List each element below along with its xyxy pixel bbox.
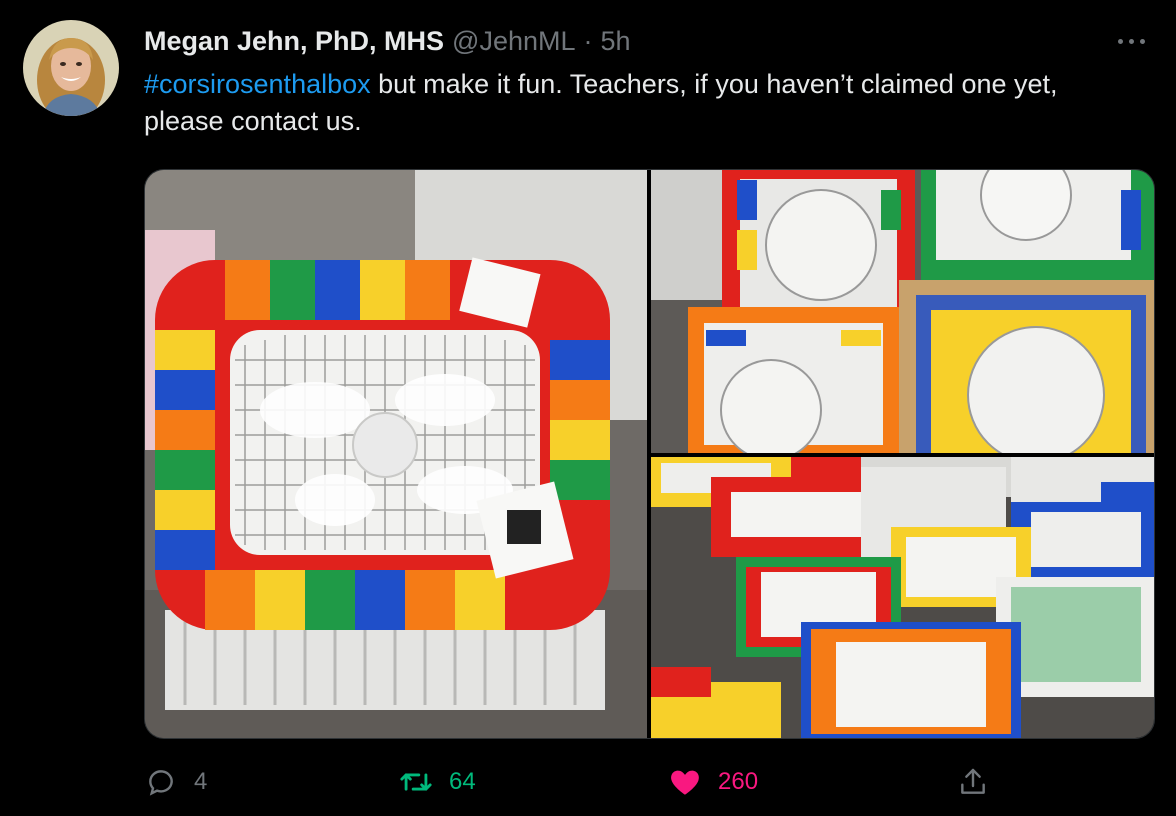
dot: [1140, 38, 1145, 44]
photo-fans-rows[interactable]: [651, 457, 1154, 738]
retweet-count: 64: [449, 768, 476, 795]
dot: [1118, 38, 1123, 44]
tweet-header: Megan Jehn, PhD, MHS @JehnML · 5h: [144, 26, 631, 58]
photo-rainbow-fan[interactable]: [145, 170, 647, 738]
dot: [1129, 38, 1134, 44]
more-dots-icon[interactable]: [1118, 36, 1154, 46]
share-icon: [956, 765, 990, 799]
reply-count: 4: [194, 768, 208, 795]
like-count: 260: [718, 768, 759, 795]
retweet-icon: [399, 765, 433, 799]
photo-rainbow-fan-image: [145, 170, 647, 738]
avatar-photo: [23, 20, 119, 116]
author-handle[interactable]: @JehnML: [452, 26, 575, 57]
photo-fans-group[interactable]: [651, 170, 1154, 453]
header-separator: ·: [583, 26, 593, 56]
retweet-button[interactable]: 64: [399, 762, 476, 802]
share-button[interactable]: [956, 762, 990, 802]
photo-fans-rows-image: [651, 457, 1154, 738]
avatar[interactable]: [23, 20, 119, 116]
tweet-text: #corsirosenthalbox but make it fun. Teac…: [144, 66, 1144, 140]
like-button[interactable]: 260: [668, 762, 758, 802]
hashtag-link[interactable]: #corsirosenthalbox: [144, 69, 371, 99]
tweet-actions: 4 64 260: [144, 762, 1155, 802]
media-grid: [144, 169, 1155, 739]
reply-button[interactable]: 4: [144, 762, 207, 802]
timestamp[interactable]: 5h: [601, 26, 631, 57]
author-name[interactable]: Megan Jehn, PhD, MHS: [144, 26, 444, 57]
reply-icon: [144, 765, 178, 799]
heart-icon: [668, 765, 702, 799]
photo-fans-group-image: [651, 170, 1154, 453]
